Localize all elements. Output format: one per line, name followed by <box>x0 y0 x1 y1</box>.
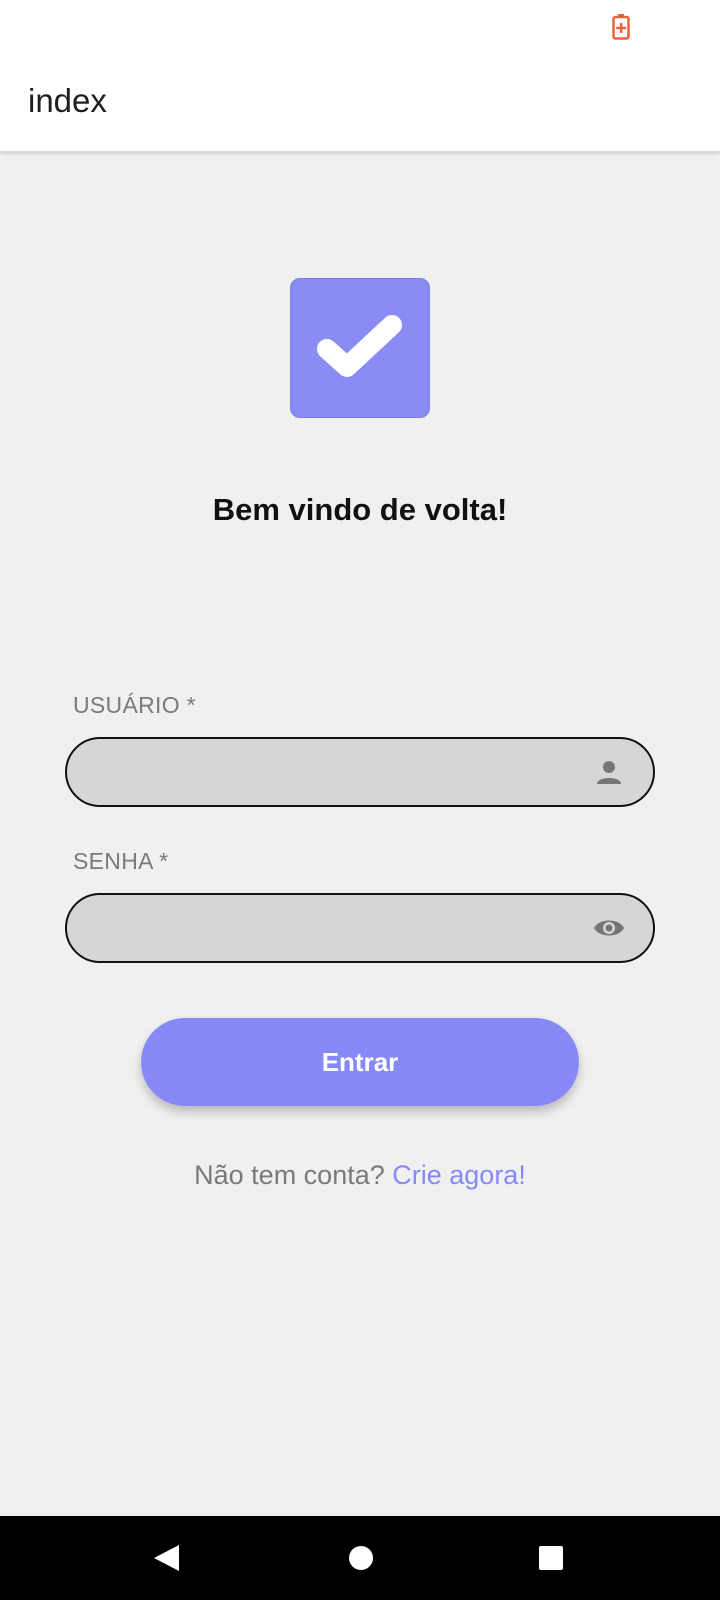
app-bar: index <box>0 56 720 152</box>
app-logo <box>290 278 430 418</box>
home-circle-icon[interactable] <box>345 1542 377 1574</box>
signup-prompt: Não tem conta? <box>194 1160 385 1190</box>
login-screen: index Bem vindo de volta! USUÁRIO * SENH… <box>0 0 720 1600</box>
checkmark-icon <box>317 315 402 377</box>
eye-icon[interactable] <box>593 912 625 944</box>
login-button[interactable]: Entrar <box>141 1018 579 1106</box>
status-bar <box>0 0 720 56</box>
battery-charging-icon <box>612 14 630 40</box>
username-input[interactable] <box>91 739 581 805</box>
back-triangle-icon[interactable] <box>151 1542 183 1574</box>
welcome-title: Bem vindo de volta! <box>212 492 508 527</box>
username-field[interactable] <box>65 737 655 807</box>
signup-link[interactable]: Crie agora! <box>392 1160 526 1190</box>
password-field[interactable] <box>65 893 655 963</box>
system-nav-bar <box>0 1516 720 1600</box>
password-input[interactable] <box>91 895 581 961</box>
app-title: index <box>28 82 107 119</box>
person-icon <box>597 761 621 784</box>
password-label: SENHA * <box>73 848 169 874</box>
recents-square-icon[interactable] <box>535 1542 567 1574</box>
username-label: USUÁRIO * <box>73 692 196 718</box>
signup-row: Não tem conta? Crie agora! <box>0 1160 720 1191</box>
